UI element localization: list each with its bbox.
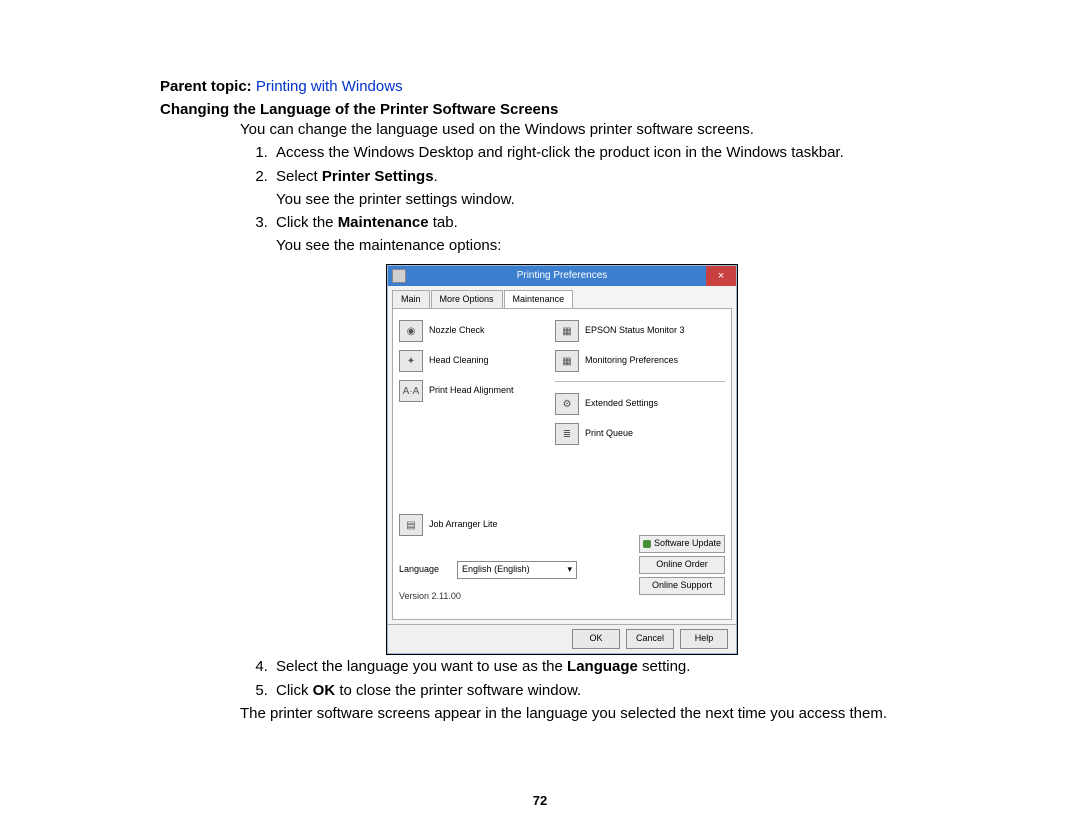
alignment-icon: A·A [399,380,423,402]
close-button[interactable]: × [706,266,736,286]
intro-text: You can change the language used on the … [240,118,960,141]
language-row: Language English (English) ▾ [399,561,577,579]
extended-settings-icon: ⚙ [555,393,579,415]
tab-more-options[interactable]: More Options [431,290,503,309]
language-value: English (English) [462,563,530,577]
right-buttons: Software Update Online Order Online Supp… [639,535,725,595]
divider [555,381,725,382]
document-page: Parent topic: Printing with Windows Chan… [0,0,1080,834]
step-5: Click OK to close the printer software w… [272,679,960,702]
dialog-footer: OK Cancel Help [388,624,736,653]
version-label: Version 2.11.00 [399,590,461,604]
ok-button[interactable]: OK [572,629,620,649]
print-queue-icon: ≣ [555,423,579,445]
step-3: Click the Maintenance tab. You see the m… [272,211,960,655]
section-heading: Changing the Language of the Printer Sof… [160,101,960,118]
head-cleaning-icon: ✦ [399,350,423,372]
dialog-screenshot: Printing Preferences × Main More Options… [386,264,738,656]
step-2-result: You see the printer settings window. [276,188,960,211]
right-column: ▦EPSON Status Monitor 3 ▦Monitoring Pref… [555,319,725,452]
window-icon [392,269,406,283]
parent-topic-link[interactable]: Printing with Windows [256,78,403,95]
extended-settings-button[interactable]: ⚙Extended Settings [555,392,725,416]
parent-topic-label: Parent topic: [160,78,256,95]
step-2: Select Printer Settings. You see the pri… [272,165,960,212]
dialog-titlebar: Printing Preferences × [388,266,736,286]
language-dropdown[interactable]: English (English) ▾ [457,561,577,579]
tab-maintenance[interactable]: Maintenance [504,290,574,309]
nozzle-check-icon: ◉ [399,320,423,342]
job-arranger-icon: ▤ [399,514,423,536]
software-update-button[interactable]: Software Update [639,535,725,553]
status-monitor-icon: ▦ [555,320,579,342]
online-order-button[interactable]: Online Order [639,556,725,574]
update-icon [643,540,651,548]
chevron-down-icon: ▾ [568,563,573,577]
page-number: 72 [0,793,1080,808]
nozzle-check-button[interactable]: ◉Nozzle Check [399,319,569,343]
step-3-result: You see the maintenance options: [276,234,960,257]
status-monitor-button[interactable]: ▦EPSON Status Monitor 3 [555,319,725,343]
tab-panel-maintenance: ◉Nozzle Check ✦Head Cleaning A·APrint He… [392,308,732,620]
help-button[interactable]: Help [680,629,728,649]
head-cleaning-button[interactable]: ✦Head Cleaning [399,349,569,373]
monitoring-preferences-button[interactable]: ▦Monitoring Preferences [555,349,725,373]
language-label: Language [399,563,439,577]
monitoring-icon: ▦ [555,350,579,372]
parent-topic-line: Parent topic: Printing with Windows [160,78,960,95]
tab-strip: Main More Options Maintenance [392,290,732,309]
step-4: Select the language you want to use as t… [272,655,960,678]
tab-main[interactable]: Main [392,290,430,309]
printing-preferences-dialog: Printing Preferences × Main More Options… [387,265,737,655]
dialog-title-text: Printing Preferences [517,270,608,281]
steps-list: Access the Windows Desktop and right-cli… [160,141,960,702]
left-column: ◉Nozzle Check ✦Head Cleaning A·APrint He… [399,319,569,409]
job-arranger-button[interactable]: ▤Job Arranger Lite [399,513,498,537]
online-support-button[interactable]: Online Support [639,577,725,595]
conclusion-text: The printer software screens appear in t… [240,702,960,725]
cancel-button[interactable]: Cancel [626,629,674,649]
print-queue-button[interactable]: ≣Print Queue [555,422,725,446]
step-1: Access the Windows Desktop and right-cli… [272,141,960,164]
print-head-alignment-button[interactable]: A·APrint Head Alignment [399,379,569,403]
